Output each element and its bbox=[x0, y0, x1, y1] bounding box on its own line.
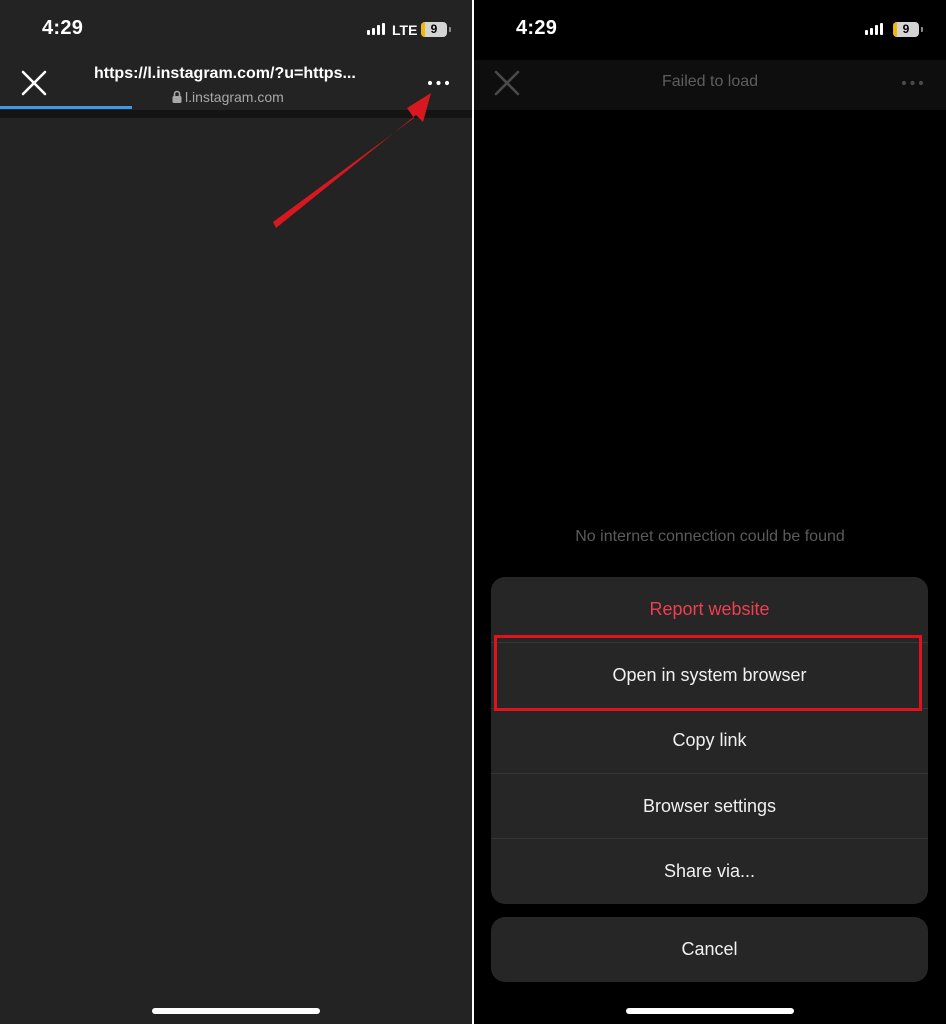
battery-icon: 9 bbox=[893, 22, 923, 37]
page-load-progress-bar bbox=[0, 106, 132, 109]
status-bar: 4:29 LTE 9 bbox=[0, 0, 472, 60]
report-website-button[interactable]: Report website bbox=[491, 577, 928, 642]
nav-divider bbox=[0, 110, 472, 118]
page-title: Failed to load bbox=[661, 73, 759, 90]
page-url-title: https://l.instagram.com/?u=https... bbox=[94, 65, 356, 82]
domain-text: l.instagram.com bbox=[185, 89, 284, 105]
lock-icon bbox=[172, 90, 182, 103]
more-icon bbox=[427, 80, 450, 86]
home-indicator[interactable] bbox=[152, 1008, 320, 1014]
error-message: No internet connection could be found bbox=[575, 528, 845, 545]
more-options-button[interactable] bbox=[898, 73, 928, 93]
close-button[interactable] bbox=[17, 66, 51, 100]
battery-level: 9 bbox=[902, 22, 910, 36]
browser-settings-button[interactable]: Browser settings bbox=[491, 774, 928, 839]
share-via-button[interactable]: Share via... bbox=[491, 839, 928, 904]
domain-line: l.instagram.com bbox=[172, 89, 284, 105]
home-indicator[interactable] bbox=[626, 1008, 794, 1014]
status-time: 4:29 bbox=[516, 17, 558, 39]
right-browser-screen: 4:29 9 Failed to load No internet connec… bbox=[474, 0, 946, 1024]
left-browser-screen: 4:29 LTE 9 https://l.instagram.com/?u=ht… bbox=[0, 0, 472, 1024]
network-type: LTE bbox=[392, 22, 418, 38]
copy-link-button[interactable]: Copy link bbox=[491, 708, 928, 773]
battery-icon: 9 bbox=[421, 22, 451, 37]
action-sheet: Report website Open in system browser Co… bbox=[491, 577, 928, 904]
open-in-system-browser-button[interactable]: Open in system browser bbox=[491, 643, 928, 708]
close-icon bbox=[21, 70, 47, 96]
cancel-button[interactable]: Cancel bbox=[491, 917, 928, 982]
more-options-button[interactable] bbox=[424, 73, 454, 93]
status-bar: 4:29 9 bbox=[474, 0, 946, 60]
battery-level: 9 bbox=[430, 22, 438, 36]
status-time: 4:29 bbox=[42, 17, 84, 39]
more-icon bbox=[901, 80, 924, 86]
